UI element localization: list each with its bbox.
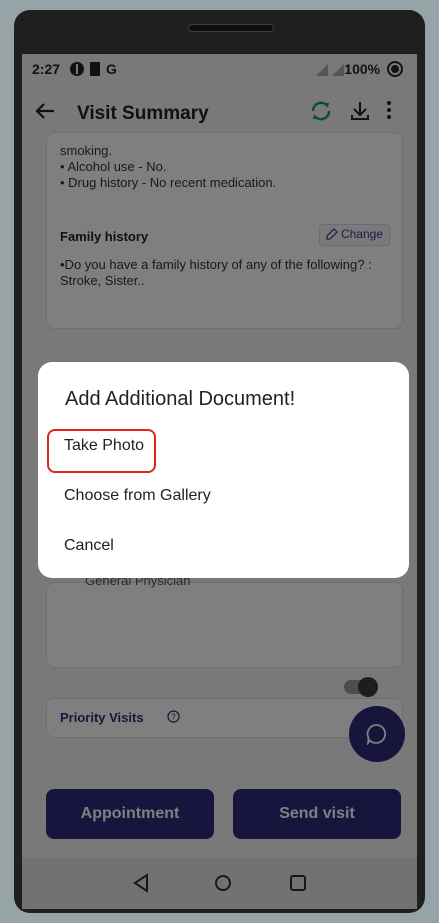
cancel-option[interactable]: Cancel bbox=[64, 537, 114, 555]
device-frame: 2:27 G 100% Visit Summary bbox=[14, 10, 425, 913]
screen: 2:27 G 100% Visit Summary bbox=[22, 54, 417, 909]
take-photo-option[interactable]: Take Photo bbox=[64, 437, 144, 455]
dialog-title: Add Additional Document! bbox=[65, 388, 296, 410]
choose-from-gallery-option[interactable]: Choose from Gallery bbox=[64, 487, 211, 505]
add-document-dialog: Add Additional Document! Take Photo Choo… bbox=[38, 362, 409, 578]
device-speaker bbox=[188, 24, 274, 32]
